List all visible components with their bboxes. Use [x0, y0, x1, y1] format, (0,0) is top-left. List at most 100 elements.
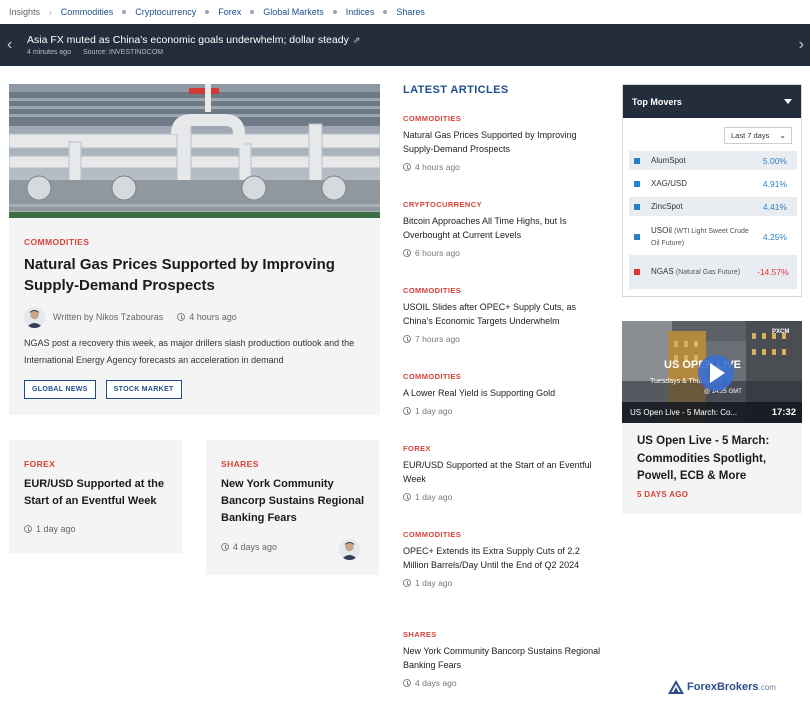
- featured-time: 4 hours ago: [177, 312, 237, 322]
- article-time-text: 4 days ago: [415, 678, 457, 688]
- forexbrokers-logo-icon: [668, 680, 684, 694]
- mover-row-alumspot[interactable]: AlumSpot 5.00%: [629, 151, 797, 170]
- article-title[interactable]: USOIL Slides after OPEC+ Supply Cuts, as…: [403, 300, 603, 328]
- article-category[interactable]: COMMODITIES: [403, 114, 603, 123]
- mover-row-ngas[interactable]: NGAS (Natural Gas Future) -14.57%: [629, 255, 797, 289]
- breadcrumb-indices[interactable]: Indices: [346, 7, 375, 17]
- featured-tags: GLOBAL NEWS STOCK MARKET: [24, 380, 192, 399]
- list-item[interactable]: COMMODITIES Natural Gas Prices Supported…: [403, 114, 603, 172]
- tag-global-news[interactable]: GLOBAL NEWS: [24, 380, 96, 399]
- article-title[interactable]: A Lower Real Yield is Supporting Gold: [403, 386, 603, 400]
- external-link-icon[interactable]: ⇗: [353, 35, 361, 46]
- card-category[interactable]: FOREX: [24, 459, 55, 469]
- featured-title[interactable]: Natural Gas Prices Supported by Improvin…: [24, 254, 369, 296]
- latest-articles-header: LATEST ARTICLES: [403, 84, 509, 96]
- article-time: 1 day ago: [403, 406, 603, 416]
- ticker-headline[interactable]: Asia FX muted as China's economic goals …: [27, 34, 360, 46]
- featured-article[interactable]: COMMODITIES Natural Gas Prices Supported…: [9, 84, 380, 415]
- card-title[interactable]: EUR/USD Supported at the Start of an Eve…: [24, 476, 174, 510]
- article-time-text: 4 hours ago: [415, 162, 460, 172]
- video-caption: US Open Live - 5 March: Co...: [630, 408, 738, 417]
- list-item[interactable]: SHARES New York Community Bancorp Sustai…: [403, 630, 603, 688]
- separator-dot: [332, 10, 337, 14]
- article-title[interactable]: New York Community Bancorp Sustains Regi…: [403, 644, 603, 672]
- article-category[interactable]: COMMODITIES: [403, 372, 603, 381]
- list-item[interactable]: FOREX EUR/USD Supported at the Start of …: [403, 444, 603, 502]
- mover-name: NGAS: [651, 267, 674, 276]
- featured-category[interactable]: COMMODITIES: [24, 237, 89, 247]
- period-select[interactable]: Last 7 days ⌄: [724, 127, 792, 144]
- breadcrumb-shares[interactable]: Shares: [396, 7, 425, 17]
- article-category[interactable]: FOREX: [403, 444, 603, 453]
- separator-dot: [205, 10, 210, 14]
- featured-time-text: 4 hours ago: [189, 312, 237, 322]
- list-item[interactable]: CRYPTOCURRENCY Bitcoin Approaches All Ti…: [403, 200, 603, 258]
- article-time: 4 hours ago: [403, 162, 603, 172]
- article-category[interactable]: COMMODITIES: [403, 530, 603, 539]
- clock-icon: [221, 543, 229, 551]
- article-title[interactable]: Bitcoin Approaches All Time Highs, but I…: [403, 214, 603, 242]
- clock-icon: [403, 335, 411, 343]
- article-time-text: 1 day ago: [415, 492, 453, 502]
- broadcaster-logo: PXCM: [772, 329, 789, 335]
- article-time-text: 7 hours ago: [415, 334, 460, 344]
- featured-image[interactable]: [9, 84, 380, 218]
- mover-change: 5.00%: [762, 155, 787, 166]
- mover-row-xagusd[interactable]: XAG/USD 4.91%: [629, 174, 797, 193]
- featured-author[interactable]: Written by Nikos Tzabouras: [53, 312, 163, 322]
- article-title[interactable]: Natural Gas Prices Supported by Improvin…: [403, 128, 603, 156]
- article-title[interactable]: OPEC+ Extends its Extra Supply Cuts of 2…: [403, 544, 603, 572]
- tag-stock-market[interactable]: STOCK MARKET: [105, 380, 182, 399]
- article-time-text: 1 day ago: [415, 578, 453, 588]
- breadcrumb-insights[interactable]: Insights: [9, 7, 40, 17]
- article-category[interactable]: COMMODITIES: [403, 286, 603, 295]
- article-time: 1 day ago: [403, 578, 603, 588]
- mover-change: 4.25%: [762, 232, 787, 242]
- separator-dot: [250, 10, 255, 14]
- article-card-forex[interactable]: FOREX EUR/USD Supported at the Start of …: [9, 440, 182, 553]
- article-time-text: 1 day ago: [415, 406, 453, 416]
- video-thumbnail[interactable]: US OPEN LIVE Tuesdays & Thursdays @ 14:2…: [622, 321, 802, 423]
- list-item[interactable]: COMMODITIES OPEC+ Extends its Extra Supp…: [403, 530, 603, 588]
- chevron-left-icon[interactable]: ‹: [7, 37, 12, 53]
- article-time: 6 hours ago: [403, 248, 603, 258]
- card-category[interactable]: SHARES: [221, 459, 259, 469]
- watermark-domain: .com: [758, 682, 776, 692]
- breadcrumb-global-markets[interactable]: Global Markets: [263, 7, 324, 17]
- ticker-time: 4 minutes ago: [27, 49, 71, 56]
- video-title[interactable]: US Open Live - 5 March: Commodities Spot…: [637, 433, 797, 486]
- video-caption-bar: US Open Live - 5 March: Co... 17:32: [622, 402, 802, 423]
- list-item[interactable]: COMMODITIES USOIL Slides after OPEC+ Sup…: [403, 286, 603, 344]
- mover-change: 4.41%: [762, 201, 787, 212]
- list-item[interactable]: COMMODITIES A Lower Real Yield is Suppor…: [403, 372, 603, 416]
- mover-row-zincspot[interactable]: ZincSpot 4.41%: [629, 197, 797, 216]
- down-marker-icon: [634, 269, 640, 275]
- breadcrumb: Insights › Commodities Cryptocurrency Fo…: [0, 0, 810, 24]
- video-card[interactable]: US OPEN LIVE Tuesdays & Thursdays @ 14:2…: [622, 321, 802, 514]
- breadcrumb-forex[interactable]: Forex: [218, 7, 241, 17]
- card-title[interactable]: New York Community Bancorp Sustains Regi…: [221, 476, 371, 527]
- breadcrumb-commodities[interactable]: Commodities: [61, 7, 114, 17]
- mover-change: 4.91%: [762, 178, 787, 189]
- up-marker-icon: [634, 180, 640, 187]
- article-title[interactable]: EUR/USD Supported at the Start of an Eve…: [403, 458, 603, 486]
- ticker-source: Source: INVESTINGCOM: [82, 49, 164, 56]
- video-duration: 17:32: [771, 407, 796, 418]
- top-movers-header[interactable]: Top Movers: [623, 85, 801, 118]
- caret-down-icon[interactable]: [784, 99, 792, 104]
- breadcrumb-cryptocurrency[interactable]: Cryptocurrency: [135, 7, 196, 17]
- card-time: 4 days ago: [221, 542, 277, 552]
- chevron-right-icon[interactable]: ›: [799, 37, 804, 53]
- article-card-shares[interactable]: SHARES New York Community Bancorp Sustai…: [206, 440, 379, 575]
- ticker-meta: 4 minutes ago Source: INVESTINGCOM: [27, 49, 163, 56]
- article-category[interactable]: SHARES: [403, 630, 603, 639]
- card-time: 1 day ago: [24, 524, 76, 534]
- overlay-time: @ 14:25 GMT: [704, 389, 742, 395]
- mover-name-wrap: USOil (WTI Light Sweet Crude Oil Future): [651, 225, 757, 249]
- article-category[interactable]: CRYPTOCURRENCY: [403, 200, 603, 209]
- clock-icon: [403, 163, 411, 171]
- latest-articles: LATEST ARTICLES COMMODITIES Natural Gas …: [403, 84, 603, 688]
- mover-row-usoil[interactable]: USOil (WTI Light Sweet Crude Oil Future)…: [629, 220, 797, 254]
- clock-icon: [403, 407, 411, 415]
- up-marker-icon: [634, 234, 640, 240]
